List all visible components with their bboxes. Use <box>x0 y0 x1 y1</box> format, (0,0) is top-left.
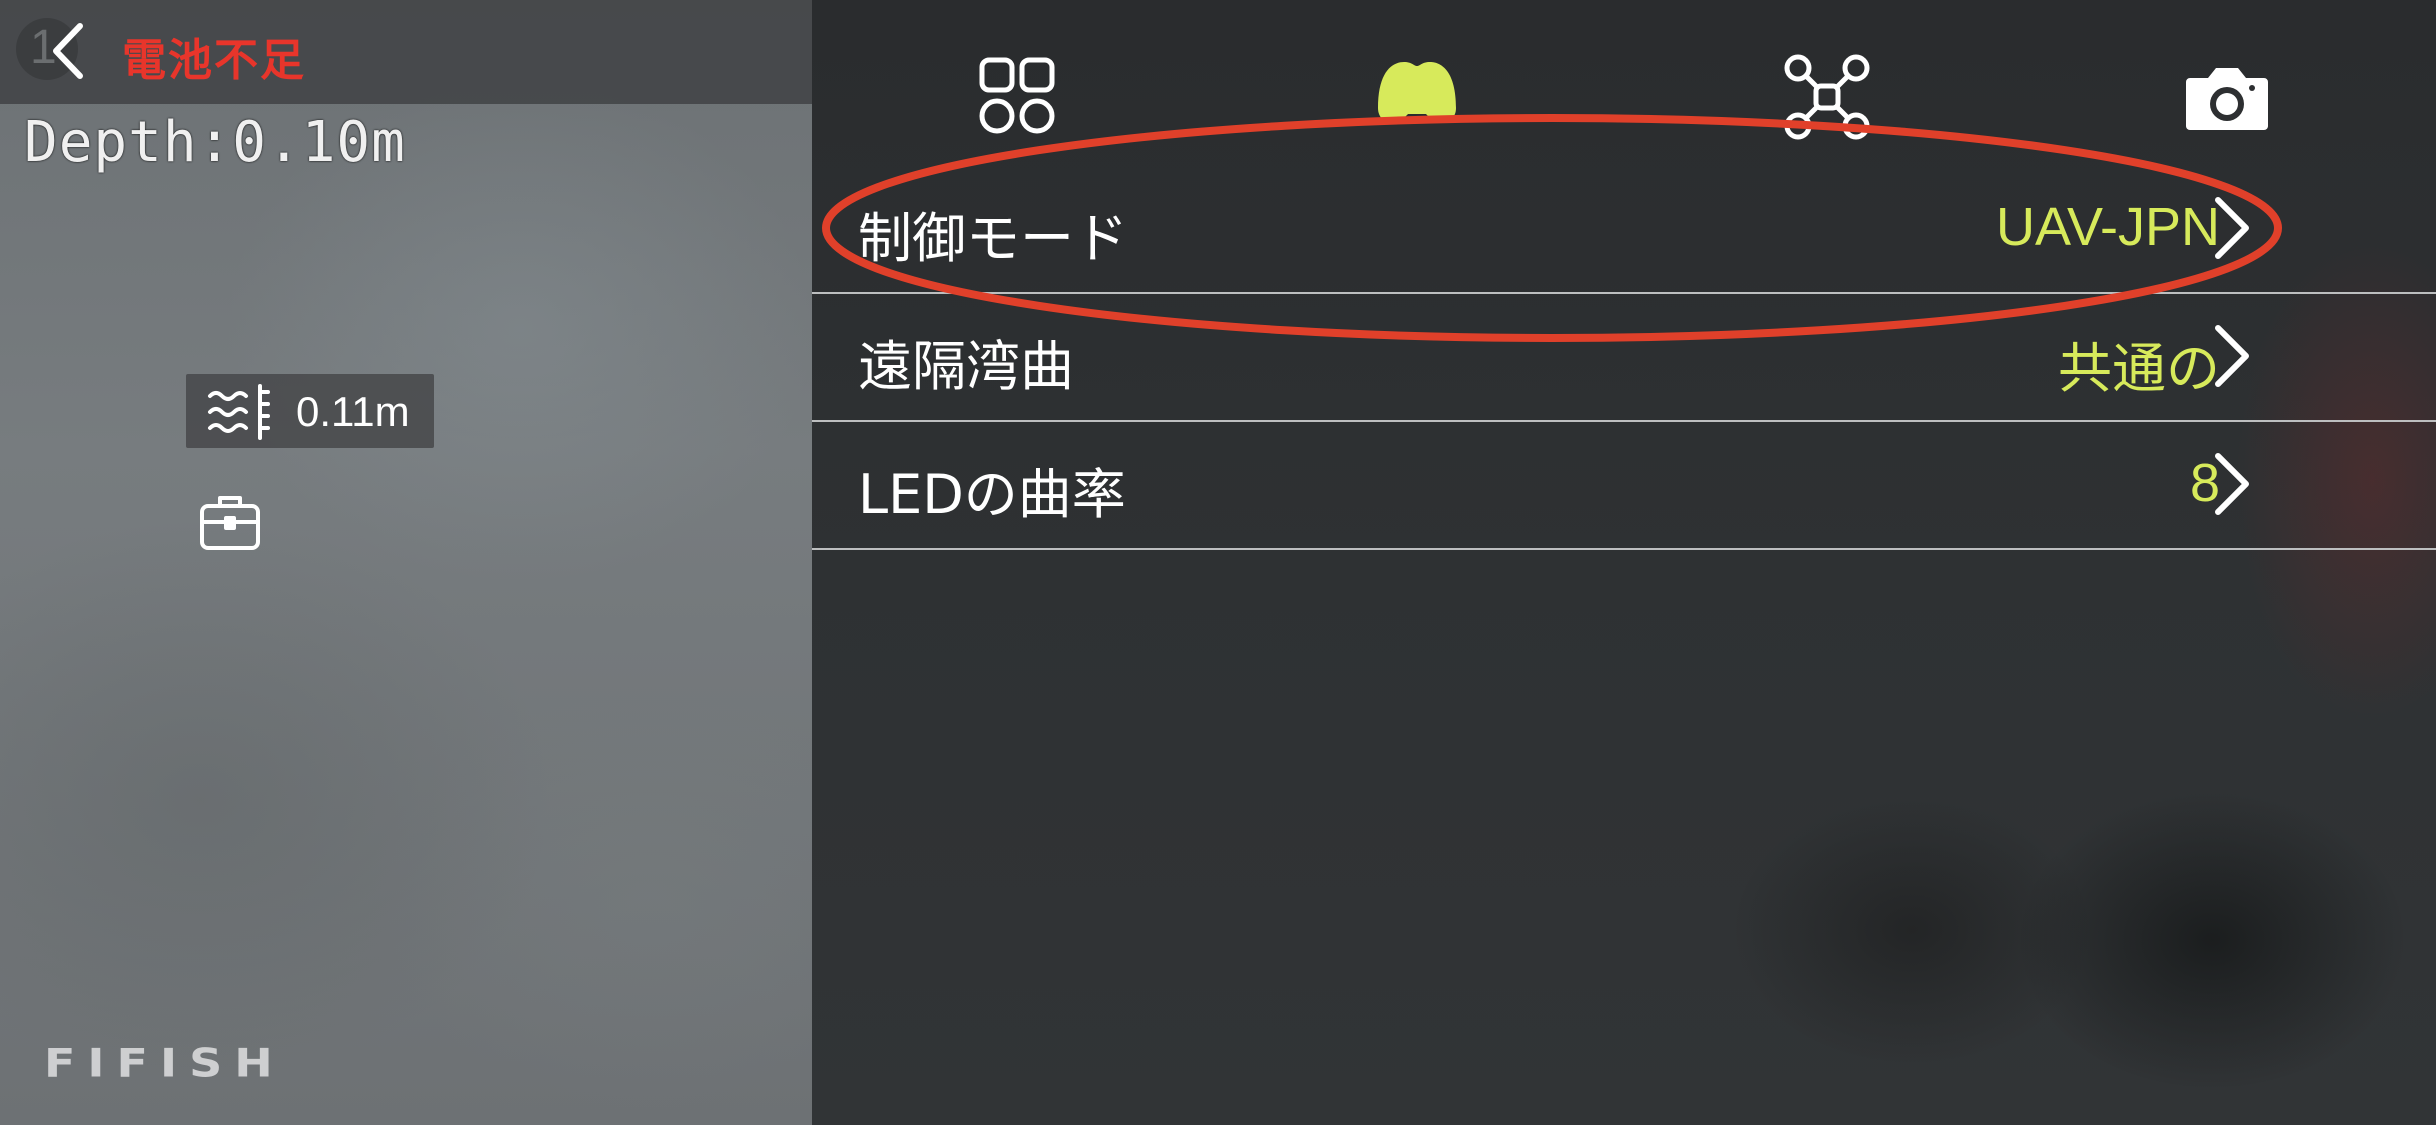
depth-chip: 0.11m <box>186 374 434 448</box>
top-status-bar: 1 電池不足 <box>0 0 812 104</box>
depth-readout: Depth:0.10m <box>24 110 406 175</box>
setting-label: 遠隔湾曲 <box>858 335 1074 398</box>
setting-row-remote-curve[interactable]: 遠隔湾曲 共通の <box>812 292 2436 422</box>
setting-value: 共通の <box>2058 337 2220 400</box>
chevron-right-icon <box>2215 197 2249 259</box>
setting-row-control-mode[interactable]: 制御モード UAV-JPN <box>812 164 2436 294</box>
water-depth-icon <box>208 384 270 440</box>
chevron-right-icon <box>2215 453 2249 515</box>
settings-panel: 制御モード UAV-JPN 遠隔湾曲 共通の LEDの曲率 8 <box>812 0 2436 1125</box>
camera-icon[interactable] <box>2182 52 2272 142</box>
setting-label: 制御モード <box>858 207 1128 270</box>
brand-logo: FIFISH <box>44 1040 285 1086</box>
setting-value: UAV-JPN <box>1995 197 2220 257</box>
camera-feed: 1 電池不足 Depth:0.10m 0.11m FIFISH <box>0 0 812 1125</box>
battery-warning-text: 電池不足 <box>122 35 306 86</box>
depth-chip-value: 0.11m <box>296 388 410 435</box>
drone-icon[interactable] <box>1782 52 1872 142</box>
back-chevron-icon[interactable] <box>40 18 100 84</box>
controller-icon[interactable] <box>1372 52 1462 142</box>
setting-label: LEDの曲率 <box>858 463 1126 526</box>
chevron-right-icon <box>2215 325 2249 387</box>
setting-row-led-curve[interactable]: LEDの曲率 8 <box>812 420 2436 550</box>
toolbox-icon[interactable] <box>198 492 262 552</box>
grid-icon[interactable] <box>972 52 1062 142</box>
